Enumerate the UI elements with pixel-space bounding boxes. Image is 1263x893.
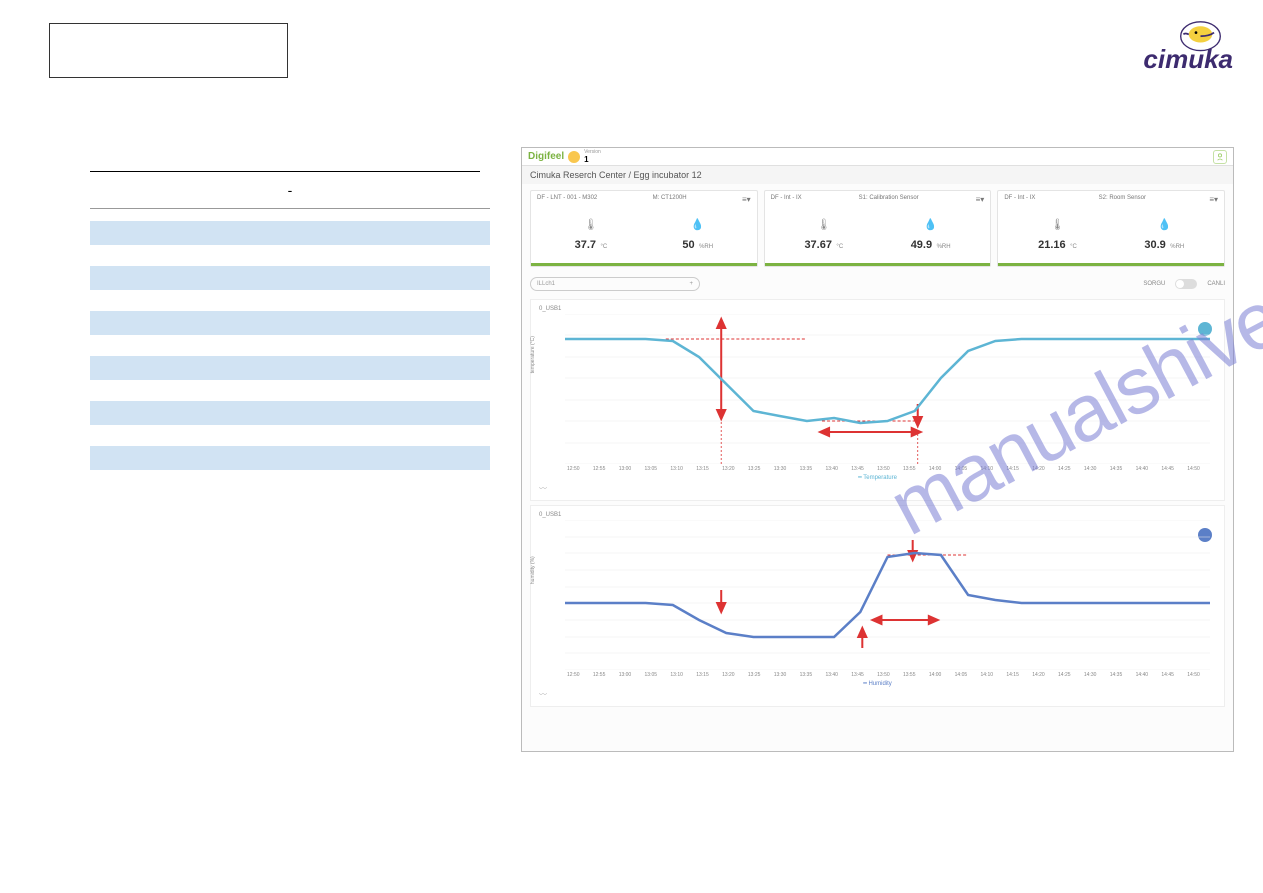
version-badge-icon <box>568 151 580 163</box>
brand-text: cimuka <box>1143 44 1233 75</box>
divider <box>90 208 490 209</box>
x-axis-ticks: 12:5012:5513:0013:0513:1013:1513:2013:25… <box>535 670 1220 678</box>
status-bar <box>998 263 1224 266</box>
temperature-chart: 0_USB1 temperature (°C) <box>530 299 1225 501</box>
chart-title: 0_USB1 <box>535 510 1220 520</box>
zoom-control-icon[interactable]: 〰 <box>535 481 1220 496</box>
status-bar <box>531 263 757 266</box>
breadcrumb[interactable]: Cimuka Reserch Center / Egg incubator 12 <box>522 166 1233 184</box>
card-model: M: CT1200H <box>653 195 687 204</box>
y-axis-label: humidity (%) <box>530 556 536 584</box>
temp-value: 37.67 <box>804 239 832 251</box>
thermometer-icon: 🌡 <box>804 218 843 231</box>
card-id: DF - Int - IX <box>1004 195 1035 204</box>
empty-outline-box <box>49 23 288 78</box>
table-row <box>90 311 490 335</box>
table-row <box>90 266 490 290</box>
live-toggle[interactable] <box>1175 279 1197 289</box>
card-model: S2: Room Sensor <box>1099 195 1146 204</box>
hum-value: 50 <box>682 239 694 251</box>
brand-logo: cimuka <box>1093 20 1233 75</box>
chart-title: 0_USB1 <box>535 304 1220 314</box>
status-bar <box>765 263 991 266</box>
chart-legend: ━ Humidity <box>535 680 1220 687</box>
card-menu-icon[interactable]: ≡▾ <box>742 195 751 204</box>
humidity-plot: 100908070605040302010 <box>565 520 1210 670</box>
droplet-icon: 💧 <box>682 218 713 231</box>
channel-dropdown[interactable]: ILLch1 + <box>530 277 700 291</box>
cards-row: DF - LNT - 001 - M302 M: CT1200H ≡▾ 🌡 37… <box>522 184 1233 273</box>
card-menu-icon[interactable]: ≡▾ <box>976 195 985 204</box>
sensor-card-3: DF - Int - IX S2: Room Sensor ≡▾ 🌡 21.16… <box>997 190 1225 267</box>
version-label: Version 1 <box>584 150 601 164</box>
card-id: DF - Int - IX <box>771 195 802 204</box>
temp-value: 21.16 <box>1038 239 1066 251</box>
chart-legend: ━ Temperature <box>535 474 1220 481</box>
table-row <box>90 401 490 425</box>
hum-value: 49.9 <box>911 239 932 251</box>
y-axis-label: temperature (°C) <box>530 336 536 373</box>
table-row <box>90 221 490 245</box>
zoom-control-icon[interactable]: 〰 <box>535 687 1220 702</box>
dash-marker: - <box>90 182 490 198</box>
left-column: - <box>90 170 490 491</box>
plus-icon[interactable]: + <box>689 281 693 287</box>
controls-row: ILLch1 + SORGU CANLI <box>522 273 1233 295</box>
droplet-icon: 💧 <box>1144 218 1184 231</box>
card-menu-icon[interactable]: ≡▾ <box>1209 195 1218 204</box>
section-underline <box>90 170 480 172</box>
sensor-card-2: DF - Int - IX S1: Calibration Sensor ≡▾ … <box>764 190 992 267</box>
temp-value: 37.7 <box>575 239 596 251</box>
toggle-label-left: SORGU <box>1143 281 1165 287</box>
app-brand: Digifeel <box>528 151 564 162</box>
droplet-icon: 💧 <box>911 218 951 231</box>
x-axis-ticks: 12:5012:5513:0013:0513:1013:1513:2013:25… <box>535 464 1220 472</box>
sensor-card-1: DF - LNT - 001 - M302 M: CT1200H ≡▾ 🌡 37… <box>530 190 758 267</box>
user-icon[interactable] <box>1213 150 1227 164</box>
embedded-screenshot: Digifeel Version 1 Cimuka Reserch Center… <box>521 147 1234 752</box>
card-id: DF - LNT - 001 - M302 <box>537 195 597 204</box>
table-row <box>90 446 490 470</box>
humidity-chart: 0_USB1 humidity (%) <box>530 505 1225 707</box>
table-row <box>90 356 490 380</box>
card-model: S1: Calibration Sensor <box>859 195 919 204</box>
app-header: Digifeel Version 1 <box>522 148 1233 166</box>
thermometer-icon: 🌡 <box>1038 218 1077 231</box>
thermometer-icon: 🌡 <box>575 218 608 231</box>
hum-value: 30.9 <box>1144 239 1165 251</box>
temperature-plot: 4038363432302826 <box>565 314 1210 464</box>
toggle-label-right: CANLI <box>1207 281 1225 287</box>
